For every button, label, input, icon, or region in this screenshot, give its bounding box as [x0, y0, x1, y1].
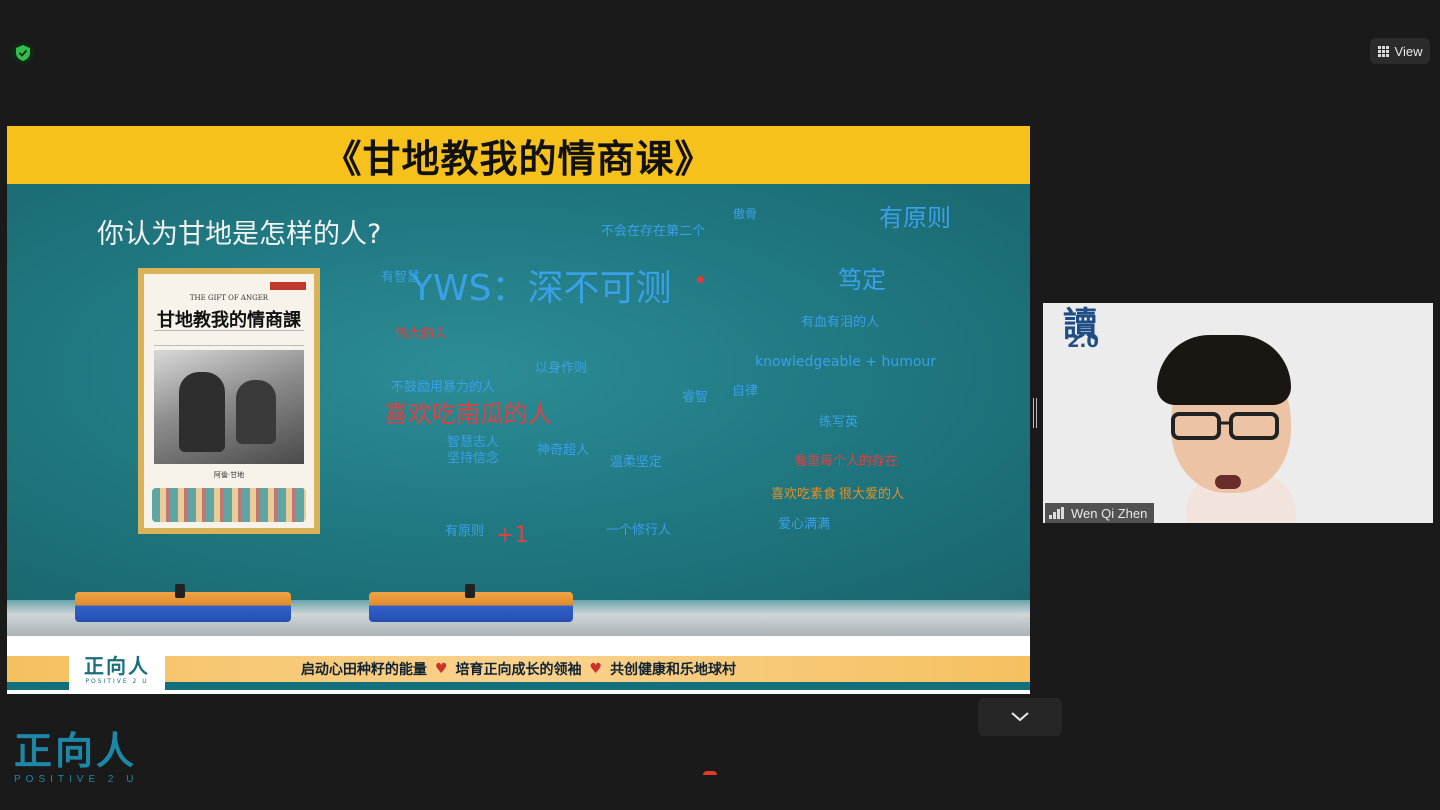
grid-icon	[1377, 45, 1389, 57]
slide-footer: 启动心田种籽的能量 ♥ 培育正向成长的领袖 ♥ 共创健康和乐地球村 正向人 PO…	[7, 636, 1030, 694]
glasses-icon	[1171, 412, 1279, 440]
annotation-word: 有血有泪的人	[801, 315, 880, 330]
participant-mouth	[1215, 475, 1241, 489]
publisher-badge	[270, 282, 306, 290]
sign-version: 2.0	[1067, 331, 1099, 352]
footer-logo: 正向人 POSITIVE 2 U	[69, 650, 165, 690]
chalk-ledge	[7, 584, 1030, 636]
red-pointer-dot	[697, 276, 704, 283]
annotation-word: 笃定	[838, 266, 886, 294]
signal-bars-icon	[1049, 507, 1064, 519]
brand-logo-cn: 正向人	[14, 729, 138, 773]
eraser-left	[75, 584, 291, 622]
slogan-2: 培育正向成长的领袖	[455, 662, 582, 678]
book-cover: THE GIFT OF ANGER 甘地教我的情商課 阿倫·甘地	[138, 268, 320, 534]
annotation-word: 喜欢吃素食	[771, 487, 837, 502]
annotation-word: 不鼓励用暴力的人	[391, 380, 496, 395]
brand-logo: 正向人 POSITIVE 2 U	[14, 732, 138, 785]
annotation-word: 以身作则	[535, 361, 588, 376]
annotation-word: 傲骨	[733, 207, 758, 221]
annotation-word: 智慧志人	[447, 435, 500, 450]
annotation-word: +1	[496, 523, 529, 548]
participant-hair	[1157, 335, 1291, 405]
chevron-down-icon	[1011, 712, 1029, 722]
security-shield-icon[interactable]	[12, 42, 34, 64]
annotation-word: 喜欢吃南瓜的人	[384, 400, 552, 428]
book-photo	[154, 350, 304, 464]
slogan-3: 共创健康和乐地球村	[610, 662, 737, 678]
annotation-word: 看重每个人的存在	[794, 454, 899, 469]
view-label: View	[1394, 43, 1423, 59]
book-subtitle-lines	[154, 330, 304, 346]
footer-logo-cn: 正向人	[84, 653, 150, 678]
collapse-toolbar-button[interactable]	[978, 698, 1062, 736]
brand-logo-en: POSITIVE 2 U	[14, 774, 139, 785]
annotation-word: 伟大的人	[395, 327, 448, 342]
split-drag-handle[interactable]	[1033, 398, 1039, 428]
annotation-word: 自律	[732, 384, 759, 399]
annotation-word: knowledgeable + humour	[755, 354, 937, 370]
book-ornament	[152, 488, 306, 522]
annotation-word: 睿智	[682, 390, 709, 405]
footer-logo-en: POSITIVE 2 U	[85, 677, 149, 685]
annotation-word: 有原则	[879, 204, 951, 232]
heart-icon: ♥	[434, 661, 448, 677]
participant-name: Wen Qi Zhen	[1071, 505, 1148, 521]
recording-indicator	[703, 771, 717, 775]
annotation-word: YWS：深不可测	[411, 268, 672, 309]
annotation-word: 坚持信念	[447, 451, 500, 466]
book-chinese-title: 甘地教我的情商課	[157, 310, 301, 331]
book-english-title: THE GIFT OF ANGER	[189, 294, 269, 302]
annotation-word: 很大爱的人	[839, 487, 905, 502]
annotation-word: 一个修行人	[606, 523, 672, 538]
slogan-1: 启动心田种籽的能量	[300, 662, 427, 678]
participant-name-tag: Wen Qi Zhen	[1045, 503, 1155, 523]
slide-title: 《甘地教我的情商课》	[7, 126, 1030, 184]
annotation-word: 有原则	[445, 524, 485, 539]
heart-icon: ♥	[589, 661, 603, 677]
annotation-word: 神奇超人	[537, 443, 590, 458]
annotation-word: 爱心满满	[778, 517, 831, 532]
background-sign: 讀 2.0	[1049, 303, 1119, 361]
slide-question: 你认为甘地是怎样的人?	[97, 219, 382, 250]
book-author: 阿倫·甘地	[213, 471, 245, 479]
annotation-word: 练写英	[819, 415, 859, 430]
annotation-word: 温柔坚定	[610, 455, 663, 470]
view-button[interactable]: View	[1370, 38, 1430, 64]
shield-check-icon	[16, 45, 30, 61]
eraser-right	[369, 584, 573, 622]
participant-video[interactable]: 讀 2.0	[1043, 303, 1433, 523]
shared-screen-slide: 《甘地教我的情商课》 你认为甘地是怎样的人? THE GIFT OF ANGER…	[7, 126, 1030, 694]
annotation-word: 不会在存在第二个	[601, 224, 706, 239]
